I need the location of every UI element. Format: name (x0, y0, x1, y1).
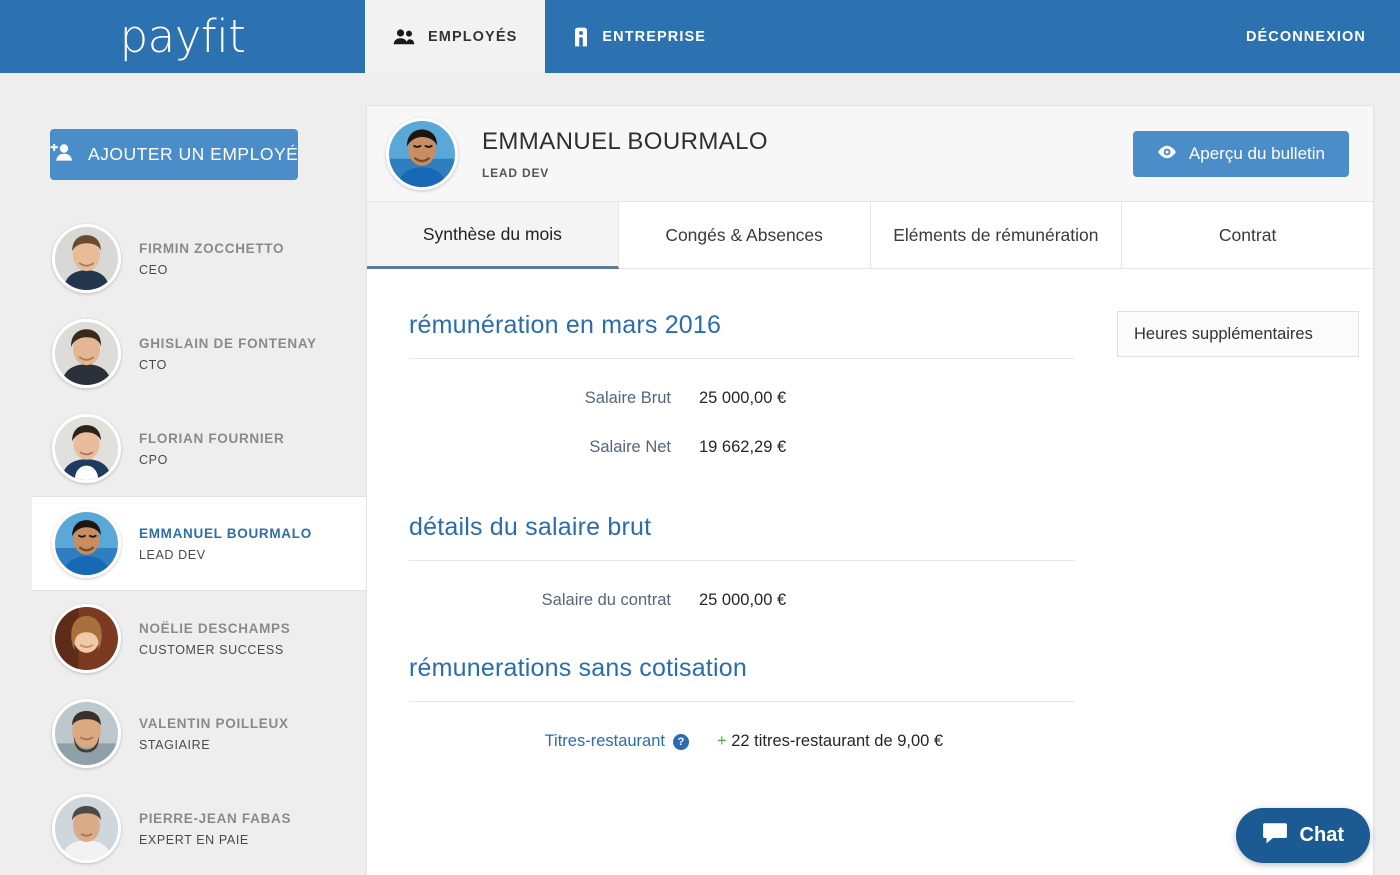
employee-list-item-selected[interactable]: EMMANUEL BOURMALO LEAD DEV (32, 496, 366, 591)
employee-list-item[interactable]: NOËLIE DESCHAMPS CUSTOMER SUCCESS (0, 591, 366, 686)
employee-role: CTO (139, 358, 317, 372)
titres-restaurant-value: + 22 titres-restaurant de 9,00 € (699, 732, 943, 751)
row-salaire-du-contrat: Salaire du contrat 25 000,00 € (409, 591, 1079, 610)
nav-tab-entreprise-label: ENTREPRISE (602, 29, 706, 45)
employee-name: GHISLAIN DE FONTENAY (139, 336, 317, 351)
nav-tab-employes-label: EMPLOYÉS (428, 29, 517, 45)
employee-role: CEO (139, 263, 284, 277)
heures-supplementaires-box[interactable]: Heures supplémentaires (1117, 311, 1359, 357)
section-remuneration-title: rémunération en mars 2016 (409, 311, 1079, 340)
titres-restaurant-link[interactable]: Titres-restaurant (545, 732, 665, 751)
people-icon (393, 29, 415, 45)
row-salaire-net: Salaire Net 19 662,29 € (409, 438, 1079, 457)
divider (409, 560, 1074, 561)
employee-name: PIERRE-JEAN FABAS (139, 811, 291, 826)
avatar (52, 604, 121, 673)
employee-role: CUSTOMER SUCCESS (139, 643, 290, 657)
employee-list: FIRMIN ZOCCHETTO CEO GHISLAIN DE FONTENA… (0, 211, 366, 875)
avatar (52, 509, 121, 578)
employee-text: PIERRE-JEAN FABAS EXPERT EN PAIE (139, 811, 291, 847)
tab-elements-remuneration[interactable]: Eléments de rémunération (871, 202, 1123, 268)
heures-supplementaires-label: Heures supplémentaires (1134, 325, 1313, 344)
section-details-title: détails du salaire brut (409, 513, 1079, 542)
section-details-salaire-brut: détails du salaire brut Salaire du contr… (409, 513, 1079, 610)
profile-header: EMMANUEL BOURMALO LEAD DEV Aperçu du bul… (367, 106, 1373, 202)
section-remuneration: rémunération en mars 2016 Salaire Brut 2… (409, 311, 1079, 457)
nav-tab-employes[interactable]: EMPLOYÉS (365, 0, 545, 73)
detail-tabs: Synthèse du mois Congés & Absences Eléme… (367, 202, 1373, 269)
payfit-logo: payfit (0, 0, 365, 73)
chat-widget-label: Chat (1300, 824, 1344, 847)
avatar (52, 224, 121, 293)
avatar (52, 699, 121, 768)
section-sans-cotisation-title: rémunerations sans cotisation (409, 654, 1079, 683)
employee-name: FIRMIN ZOCCHETTO (139, 241, 284, 256)
employee-role: CPO (139, 453, 284, 467)
employee-list-item[interactable]: VALENTIN POILLEUX STAGIAIRE (0, 686, 366, 781)
employee-text: EMMANUEL BOURMALO LEAD DEV (139, 526, 312, 562)
avatar (52, 414, 121, 483)
building-icon (573, 27, 589, 47)
employee-sidebar: AJOUTER UN EMPLOYÉ FIRMIN ZOCCHETTO CEO (0, 73, 366, 875)
employee-name: VALENTIN POILLEUX (139, 716, 289, 731)
spacer (409, 457, 1079, 513)
profile-role: LEAD DEV (482, 166, 768, 180)
row-salaire-brut: Salaire Brut 25 000,00 € (409, 389, 1079, 408)
nav-tab-entreprise[interactable]: ENTREPRISE (545, 0, 734, 73)
divider (409, 701, 1074, 702)
top-navigation-bar: payfit EMPLOYÉS ENTREPRISE DÉCONNEXION (0, 0, 1400, 73)
logout-link[interactable]: DÉCONNEXION (1212, 0, 1400, 73)
tab-conges-absences[interactable]: Congés & Absences (619, 202, 871, 268)
section-remunerations-sans-cotisation: rémunerations sans cotisation Titres-res… (409, 654, 1079, 751)
spacer (409, 610, 1079, 654)
main-column: rémunération en mars 2016 Salaire Brut 2… (367, 311, 1079, 751)
profile-text: EMMANUEL BOURMALO LEAD DEV (482, 128, 768, 180)
card-body: rémunération en mars 2016 Salaire Brut 2… (367, 269, 1373, 751)
topbar-spacer (734, 0, 1212, 73)
row-value: 25 000,00 € (699, 591, 786, 610)
apercu-bulletin-button[interactable]: Aperçu du bulletin (1133, 131, 1349, 177)
add-employee-button[interactable]: AJOUTER UN EMPLOYÉ (50, 129, 298, 180)
row-label: Salaire Brut (409, 389, 699, 408)
employee-name: NOËLIE DESCHAMPS (139, 621, 290, 636)
tab-synthese-du-mois[interactable]: Synthèse du mois (367, 202, 619, 269)
employee-list-item[interactable]: GHISLAIN DE FONTENAY CTO (0, 306, 366, 401)
chat-widget-button[interactable]: Chat (1236, 808, 1370, 863)
apercu-bulletin-label: Aperçu du bulletin (1189, 144, 1325, 164)
row-value: 25 000,00 € (699, 389, 786, 408)
titres-restaurant-label-group: Titres-restaurant ? (409, 732, 699, 751)
employee-list-item[interactable]: PIERRE-JEAN FABAS EXPERT EN PAIE (0, 781, 366, 875)
avatar (52, 794, 121, 863)
row-titres-restaurant: Titres-restaurant ? + 22 titres-restaura… (409, 732, 1079, 751)
chat-bubble-icon (1262, 822, 1288, 850)
tab-contrat[interactable]: Contrat (1122, 202, 1373, 268)
employee-role: STAGIAIRE (139, 738, 289, 752)
row-value: 19 662,29 € (699, 438, 786, 457)
employee-name: EMMANUEL BOURMALO (139, 526, 312, 541)
employee-list-item[interactable]: FLORIAN FOURNIER CPO (0, 401, 366, 496)
employee-text: FIRMIN ZOCCHETTO CEO (139, 241, 284, 277)
row-label: Salaire Net (409, 438, 699, 457)
employee-name: FLORIAN FOURNIER (139, 431, 284, 446)
profile-avatar (386, 118, 458, 190)
row-label: Salaire du contrat (409, 591, 699, 610)
side-column: Heures supplémentaires (1079, 311, 1373, 751)
employee-list-item[interactable]: FIRMIN ZOCCHETTO CEO (0, 211, 366, 306)
divider (409, 358, 1074, 359)
plus-sign: + (717, 732, 727, 750)
employee-detail-card: EMMANUEL BOURMALO LEAD DEV Aperçu du bul… (366, 105, 1374, 875)
employee-text: VALENTIN POILLEUX STAGIAIRE (139, 716, 289, 752)
page-title: EMMANUEL BOURMALO (482, 128, 768, 156)
employee-text: FLORIAN FOURNIER CPO (139, 431, 284, 467)
add-employee-button-label: AJOUTER UN EMPLOYÉ (88, 144, 298, 165)
help-icon[interactable]: ? (673, 734, 689, 750)
eye-icon (1157, 144, 1177, 164)
avatar (52, 319, 121, 388)
person-add-icon (50, 144, 74, 166)
employee-role: EXPERT EN PAIE (139, 833, 291, 847)
titres-restaurant-amount: 22 titres-restaurant de 9,00 € (731, 732, 943, 750)
employee-text: NOËLIE DESCHAMPS CUSTOMER SUCCESS (139, 621, 290, 657)
employee-text: GHISLAIN DE FONTENAY CTO (139, 336, 317, 372)
employee-role: LEAD DEV (139, 548, 312, 562)
